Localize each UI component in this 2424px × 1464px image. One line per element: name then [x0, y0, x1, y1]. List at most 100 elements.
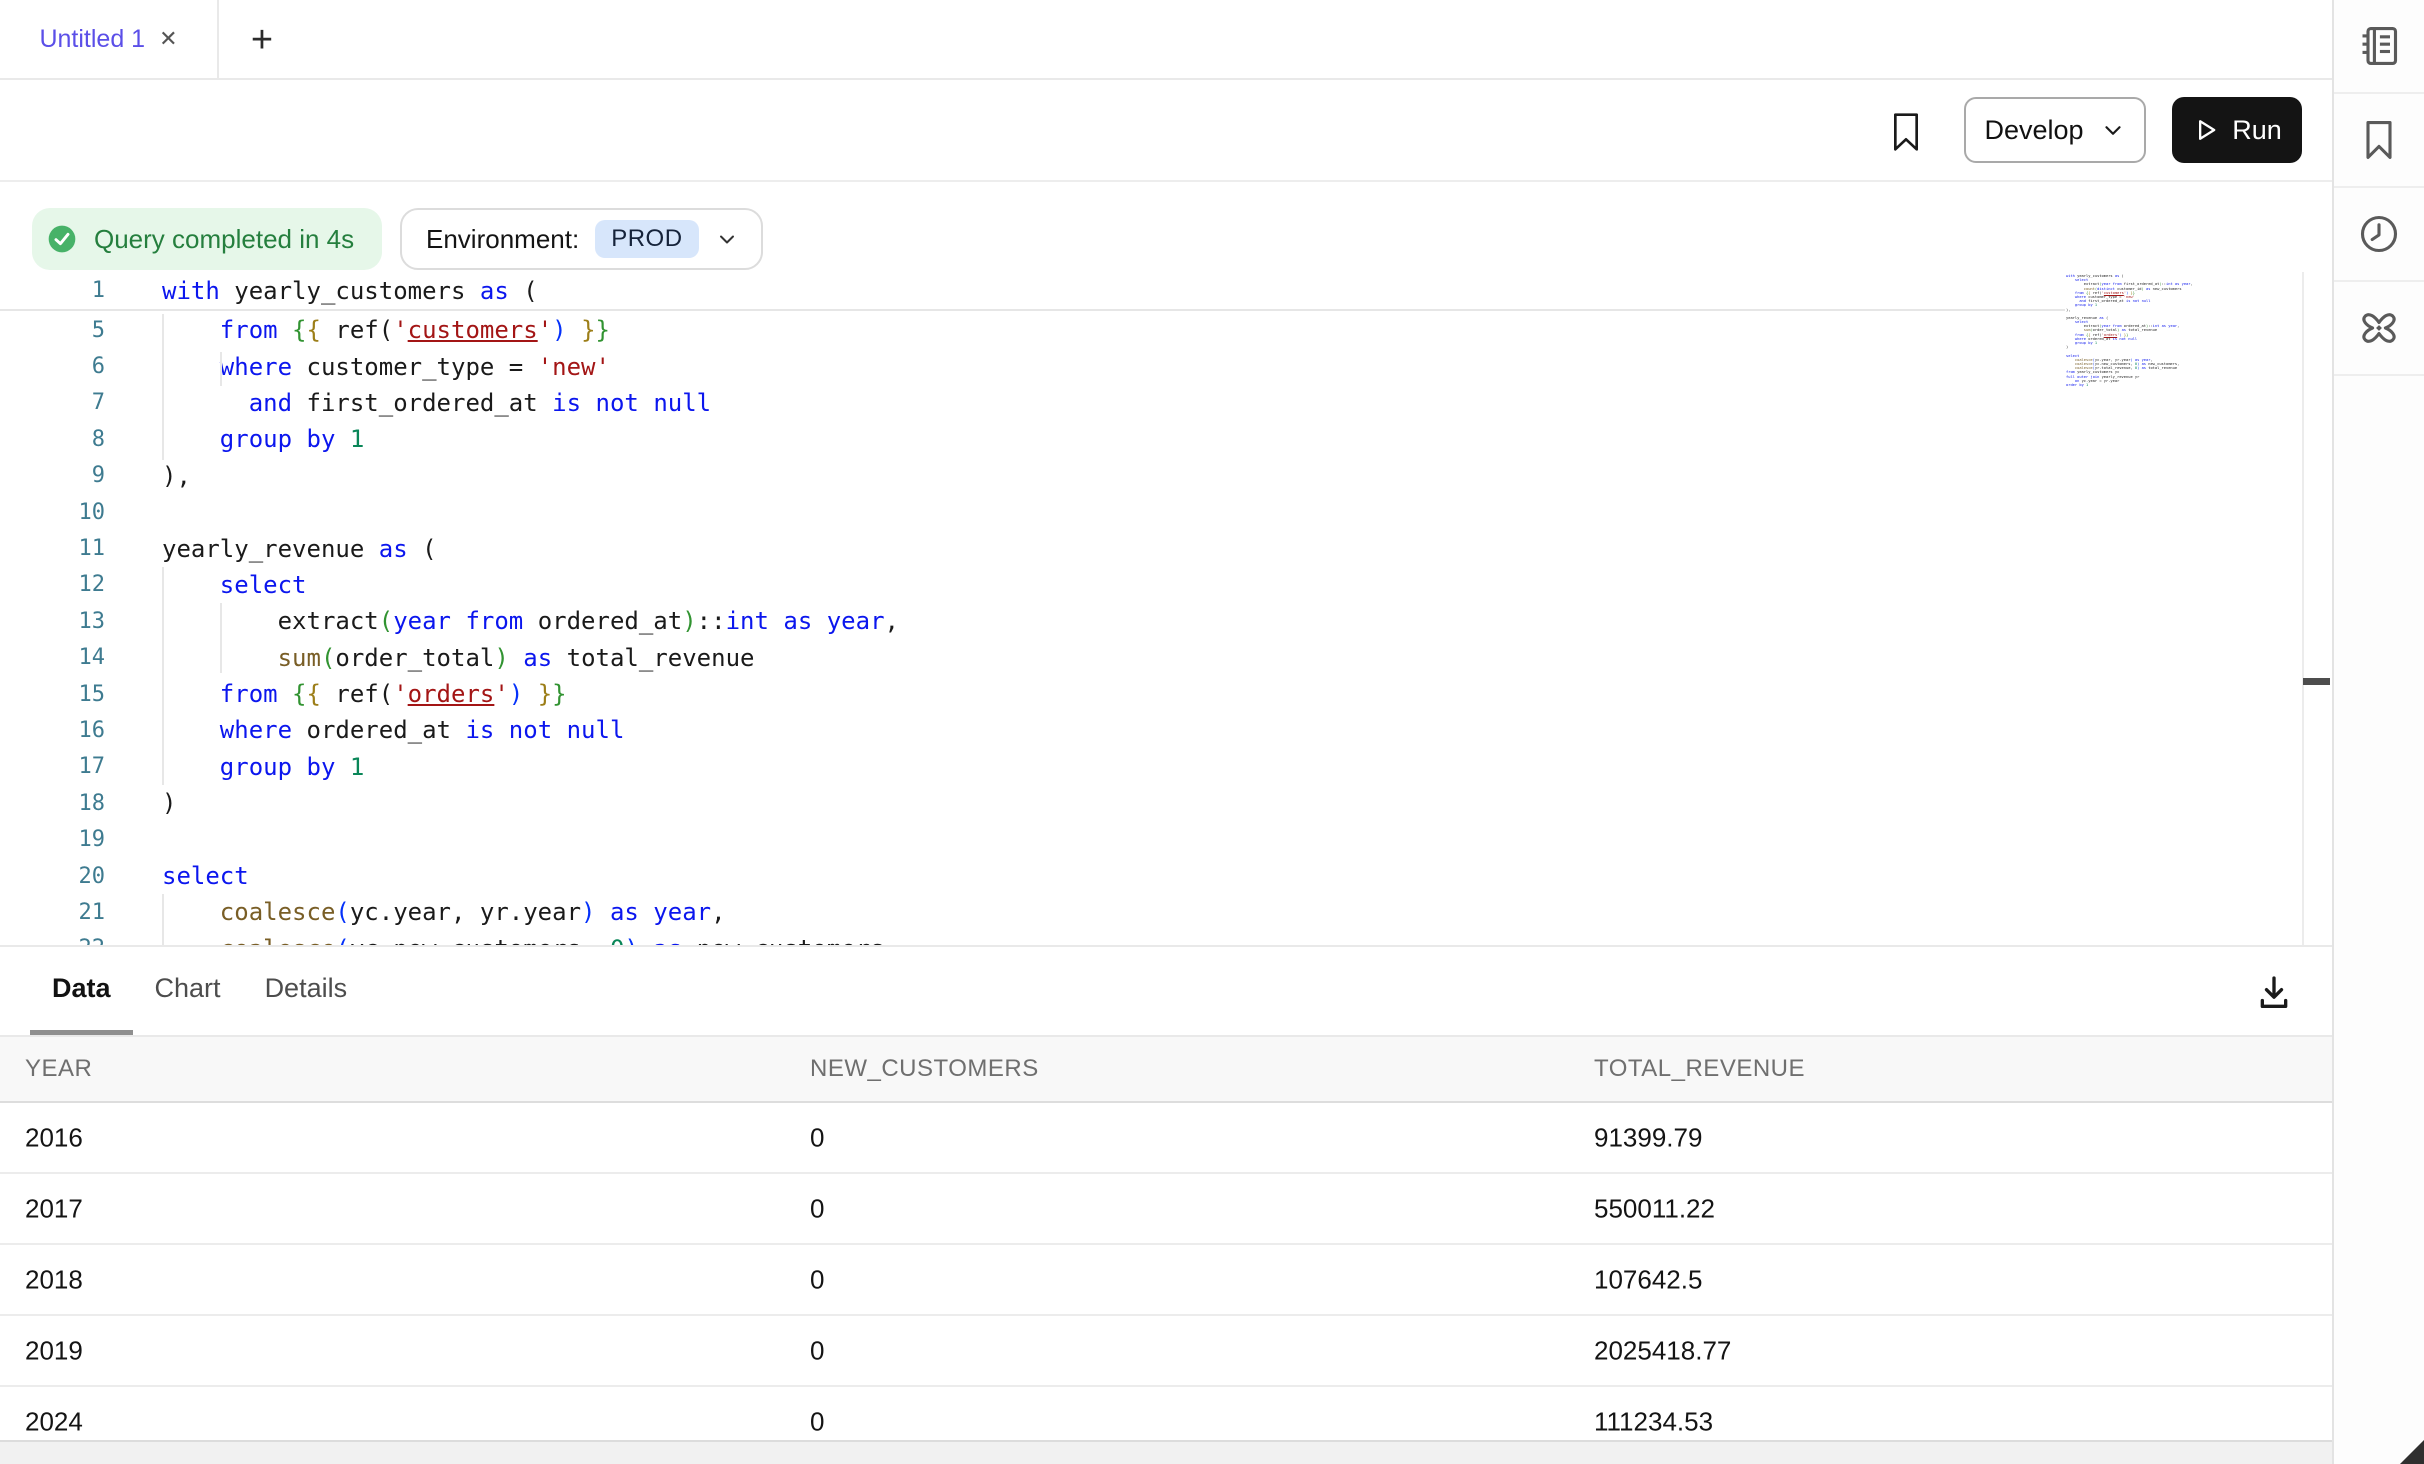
code-line-5: 5 from {{ ref('customers') }}	[0, 312, 2300, 348]
bookmark-button[interactable]	[1884, 108, 1928, 156]
editor-tab-bar: Untitled 1 ✕ +	[0, 0, 2332, 80]
main-panel: Untitled 1 ✕ + Develop Ru	[0, 0, 2332, 1464]
bookmark-icon	[2357, 118, 2401, 162]
line-code: select	[162, 862, 249, 890]
editor-scrollbar-marker[interactable]	[2303, 678, 2330, 685]
line-number: 15	[0, 682, 105, 707]
history-icon	[2357, 212, 2401, 256]
cell-new_customers: 0	[810, 1406, 824, 1437]
code-line-14: 14 sum(order_total) as total_revenue	[0, 640, 2300, 676]
cell-total_revenue: 2025418.77	[1594, 1335, 1731, 1366]
run-label: Run	[2232, 115, 2282, 146]
cell-total_revenue: 111234.53	[1594, 1406, 1713, 1437]
line-number: 18	[0, 791, 105, 816]
indent-guide	[220, 352, 222, 386]
sticky-line-code: with yearly_customers as (	[162, 277, 538, 305]
line-code: where customer_type = 'new'	[162, 353, 610, 381]
table-row-2016: 2016091399.79	[0, 1103, 2332, 1174]
line-code: where ordered_at is not null	[162, 716, 624, 744]
results-tab-details[interactable]: Details	[243, 947, 370, 1035]
query-status-text: Query completed in 4s	[94, 224, 354, 255]
line-number: 14	[0, 645, 105, 670]
play-icon	[2192, 116, 2220, 144]
line-number: 16	[0, 718, 105, 743]
environment-selector[interactable]: Environment: PROD	[400, 208, 763, 270]
line-code: yearly_revenue as (	[162, 535, 437, 563]
check-circle-icon	[46, 223, 78, 255]
column-header-total_revenue: TOTAL_REVENUE	[1594, 1055, 1805, 1083]
code-lines: 5 from {{ ref('customers') }} 6 where cus…	[0, 312, 2300, 945]
code-editor[interactable]: 1 with yearly_customers as ( 5 from {{ r…	[0, 272, 2332, 945]
environment-label: Environment:	[426, 224, 579, 255]
code-line-10: 10	[0, 494, 2300, 530]
sidebar-button-compass[interactable]	[2334, 282, 2424, 376]
cell-year: 2019	[25, 1335, 83, 1366]
line-number: 6	[0, 354, 105, 379]
indent-guide	[220, 603, 222, 673]
compass-icon	[2357, 306, 2401, 350]
code-line-19: 19	[0, 821, 2300, 857]
tab-close-icon[interactable]: ✕	[159, 28, 177, 50]
download-icon	[2254, 973, 2294, 1013]
cell-year: 2018	[25, 1264, 83, 1295]
table-row-2024: 2024 0 111234.53	[0, 1387, 2332, 1440]
line-code: and first_ordered_at is not null	[162, 389, 711, 417]
line-number: 9	[0, 463, 105, 488]
download-button[interactable]	[2252, 971, 2296, 1015]
code-line-16: 16 where ordered_at is not null	[0, 712, 2300, 748]
resize-handle[interactable]	[2400, 1440, 2424, 1464]
line-code: group by 1	[162, 425, 364, 453]
tab-untitled-1[interactable]: Untitled 1 ✕	[0, 0, 219, 78]
sticky-scroll-border	[0, 309, 2065, 311]
query-status-badge: Query completed in 4s	[32, 208, 382, 270]
cell-new_customers: 0	[810, 1193, 824, 1224]
results-tab-chart[interactable]: Chart	[133, 947, 243, 1035]
line-number: 8	[0, 427, 105, 452]
line-code: )	[162, 789, 176, 817]
line-code: coalesce(yc.new_customers, 0) as new_cus…	[162, 935, 899, 945]
run-button[interactable]: Run	[2172, 97, 2302, 163]
line-code: select	[162, 571, 307, 599]
line-code: group by 1	[162, 753, 364, 781]
bookmark-icon	[1890, 111, 1922, 153]
code-line-17: 17 group by 1	[0, 749, 2300, 785]
new-tab-button[interactable]: +	[236, 14, 288, 66]
chevron-down-icon	[2100, 117, 2126, 143]
line-number: 19	[0, 827, 105, 852]
sidebar-button-bookmark[interactable]	[2334, 94, 2424, 188]
line-number: 13	[0, 609, 105, 634]
sidebar-button-notebook[interactable]	[2334, 0, 2424, 94]
editor-scrollbar-gutter	[2302, 272, 2304, 945]
code-line-20: 20select	[0, 858, 2300, 894]
line-code: from {{ ref('customers') }}	[162, 316, 610, 344]
cell-new_customers: 0	[810, 1122, 824, 1153]
line-number: 22	[0, 936, 105, 945]
code-line-9: 9),	[0, 458, 2300, 494]
editor-minimap[interactable]: with yearly_customers as ( select extrac…	[2066, 274, 2216, 654]
line-code: from {{ ref('orders') }}	[162, 680, 567, 708]
line-number: 7	[0, 390, 105, 415]
table-header-row: YEARNEW_CUSTOMERSTOTAL_REVENUE	[0, 1037, 2332, 1103]
table-row-2017: 20170550011.22	[0, 1174, 2332, 1245]
chevron-down-icon	[715, 227, 739, 251]
line-code: ),	[162, 462, 191, 490]
code-line-7: 7 and first_ordered_at is not null	[0, 385, 2300, 421]
line-number: 17	[0, 754, 105, 779]
develop-label: Develop	[1984, 115, 2083, 146]
develop-button[interactable]: Develop	[1964, 97, 2146, 163]
column-header-new_customers: NEW_CUSTOMERS	[810, 1055, 1039, 1083]
horizontal-scrollbar[interactable]	[0, 1440, 2332, 1464]
line-code: extract(year from ordered_at)::int as ye…	[162, 607, 899, 635]
indent-guide	[162, 314, 164, 460]
cell-total_revenue: 91399.79	[1594, 1122, 1702, 1153]
results-tab-data[interactable]: Data	[30, 947, 133, 1035]
cell-year: 2024	[25, 1406, 83, 1437]
code-line-18: 18)	[0, 785, 2300, 821]
line-code: sum(order_total) as total_revenue	[162, 644, 754, 672]
toolbar: Develop Run	[0, 80, 2332, 182]
line-number: 5	[0, 318, 105, 343]
table-row-2018: 20180107642.5	[0, 1245, 2332, 1316]
right-sidebar	[2332, 0, 2424, 1464]
code-line-11: 11yearly_revenue as (	[0, 530, 2300, 566]
sidebar-button-history[interactable]	[2334, 188, 2424, 282]
